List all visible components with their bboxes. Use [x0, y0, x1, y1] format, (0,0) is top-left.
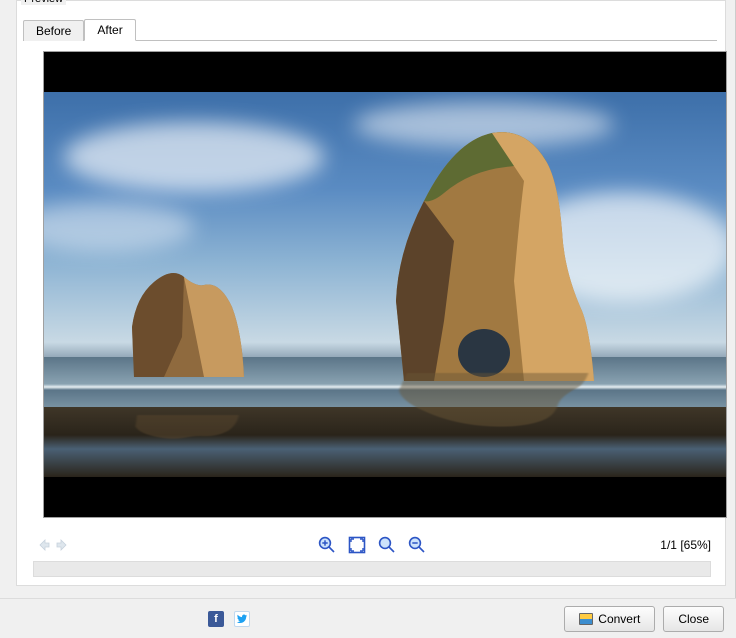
arrow-left-icon [36, 538, 50, 552]
twitter-bird-icon [236, 613, 248, 625]
twitter-icon[interactable] [234, 611, 250, 627]
facebook-icon[interactable]: f [208, 611, 224, 627]
illustration-rock-big [374, 121, 604, 381]
convert-button[interactable]: Convert [564, 606, 655, 632]
horizontal-scrollbar[interactable] [33, 561, 711, 577]
social-links: f [208, 611, 250, 627]
magnifier-icon [377, 535, 397, 555]
actual-size-button[interactable] [377, 535, 397, 555]
footer-bar: f Convert Close [0, 598, 736, 638]
arrow-right-icon [56, 538, 70, 552]
tab-bar: Before After [23, 19, 717, 41]
zoom-out-button[interactable] [407, 535, 427, 555]
image-content [44, 92, 726, 477]
illustration-rock-small [124, 237, 254, 377]
tab-after[interactable]: After [84, 19, 135, 41]
preview-toolbar: 1/1 [65%] [33, 533, 711, 557]
prev-image-button[interactable] [33, 535, 53, 555]
tab-before[interactable]: Before [23, 20, 84, 41]
close-button[interactable]: Close [663, 606, 724, 632]
fit-window-button[interactable] [347, 535, 367, 555]
zoom-out-icon [407, 535, 427, 555]
preview-image[interactable] [43, 51, 727, 518]
fit-window-icon [347, 535, 367, 555]
zoom-in-icon [317, 535, 337, 555]
preview-title: Preview [21, 0, 66, 5]
close-label: Close [678, 612, 709, 626]
convert-label: Convert [598, 612, 640, 626]
page-zoom-status: 1/1 [65%] [660, 538, 711, 552]
zoom-in-button[interactable] [317, 535, 337, 555]
convert-icon [579, 613, 593, 625]
next-image-button[interactable] [53, 535, 73, 555]
preview-panel: Preview Before After [16, 0, 726, 586]
